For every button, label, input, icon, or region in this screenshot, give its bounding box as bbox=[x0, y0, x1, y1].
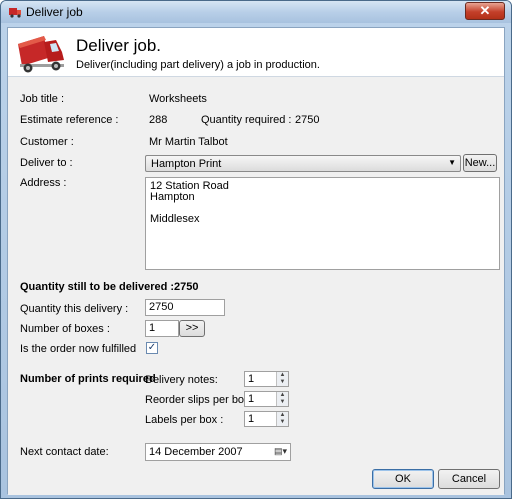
next-contact-date-value: 14 December 2007 bbox=[149, 446, 243, 458]
reorder-slips-spin-arrows[interactable]: ▲ ▼ bbox=[276, 392, 288, 406]
page-title: Deliver job. bbox=[76, 36, 162, 55]
dialog-header: Deliver job. Deliver(including part deli… bbox=[8, 28, 504, 76]
number-of-boxes-label: Number of boxes : bbox=[20, 323, 110, 335]
job-title-value: Worksheets bbox=[149, 93, 207, 105]
delivery-truck-icon bbox=[18, 36, 64, 73]
close-icon: ✕ bbox=[479, 3, 491, 18]
delivery-notes-value: 1 bbox=[248, 373, 255, 385]
dialog-client: Deliver job. Deliver(including part deli… bbox=[7, 27, 505, 495]
chevron-down-icon: ▼ bbox=[448, 158, 456, 167]
quantity-required-label: Quantity required : bbox=[201, 114, 292, 126]
quantity-this-delivery-value: 2750 bbox=[149, 301, 174, 313]
quantity-remaining-heading: Quantity still to be delivered :2750 bbox=[20, 281, 199, 293]
estimate-reference-label: Estimate reference : bbox=[20, 114, 119, 126]
number-of-boxes-value: 1 bbox=[149, 322, 156, 334]
spin-down-icon[interactable]: ▼ bbox=[277, 379, 288, 386]
address-line bbox=[150, 203, 495, 214]
spin-up-icon[interactable]: ▲ bbox=[277, 372, 288, 379]
customer-value: Mr Martin Talbot bbox=[149, 136, 228, 148]
delivery-notes-label: Delivery notes: bbox=[145, 374, 218, 386]
deliver-to-dropdown[interactable]: Hampton Print ▼ bbox=[145, 155, 461, 172]
ok-button[interactable]: OK bbox=[372, 469, 434, 489]
order-fulfilled-label: Is the order now fulfilled bbox=[20, 343, 137, 355]
window-title: Deliver job bbox=[26, 5, 83, 19]
new-address-button[interactable]: New... bbox=[463, 154, 497, 172]
number-of-boxes-input[interactable]: 1 bbox=[145, 320, 179, 337]
deliver-to-value: Hampton Print bbox=[151, 158, 222, 170]
next-contact-date-label: Next contact date: bbox=[20, 446, 109, 458]
quantity-this-delivery-input[interactable]: 2750 bbox=[145, 299, 225, 316]
form-area: Job title : Worksheets Estimate referenc… bbox=[8, 77, 504, 495]
quantity-this-delivery-label: Quantity this delivery : bbox=[20, 303, 129, 315]
delivery-notes-stepper[interactable]: 1 ▲ ▼ bbox=[244, 371, 289, 387]
close-button[interactable]: ✕ bbox=[465, 2, 505, 20]
order-fulfilled-checkbox[interactable]: ✓ bbox=[146, 342, 158, 354]
check-icon: ✓ bbox=[147, 342, 157, 353]
address-field[interactable]: 12 Station Road Hampton Middlesex bbox=[145, 177, 500, 270]
spin-up-icon[interactable]: ▲ bbox=[277, 392, 288, 399]
customer-label: Customer : bbox=[20, 136, 74, 148]
address-line: 12 Station Road bbox=[150, 180, 229, 192]
address-line: Hampton bbox=[150, 191, 195, 203]
job-title-label: Job title : bbox=[20, 93, 65, 105]
labels-per-box-value: 1 bbox=[248, 413, 255, 425]
spin-up-icon[interactable]: ▲ bbox=[277, 412, 288, 419]
reorder-slips-label: Reorder slips per box : bbox=[145, 394, 256, 406]
deliver-to-label: Deliver to : bbox=[20, 157, 73, 169]
address-line: Middlesex bbox=[150, 213, 200, 225]
boxes-expand-button[interactable]: >> bbox=[179, 320, 205, 337]
page-subtitle: Deliver(including part delivery) a job i… bbox=[76, 59, 320, 71]
next-contact-date-picker[interactable]: 14 December 2007 ▤▾ bbox=[145, 443, 291, 461]
reorder-slips-stepper[interactable]: 1 ▲ ▼ bbox=[244, 391, 289, 407]
prints-required-heading: Number of prints required bbox=[20, 373, 156, 385]
labels-per-box-label: Labels per box : bbox=[145, 414, 224, 426]
labels-per-box-stepper[interactable]: 1 ▲ ▼ bbox=[244, 411, 289, 427]
labels-per-box-spin-arrows[interactable]: ▲ ▼ bbox=[276, 412, 288, 426]
spin-down-icon[interactable]: ▼ bbox=[277, 399, 288, 406]
deliver-job-window: Deliver job ✕ Deliver job. Deliver(inclu… bbox=[0, 0, 512, 499]
cancel-button[interactable]: Cancel bbox=[438, 469, 500, 489]
estimate-reference-value: 288 bbox=[149, 114, 168, 126]
title-bar[interactable]: Deliver job ✕ bbox=[1, 1, 511, 23]
app-icon bbox=[9, 8, 21, 18]
delivery-notes-spin-arrows[interactable]: ▲ ▼ bbox=[276, 372, 288, 386]
reorder-slips-value: 1 bbox=[248, 393, 255, 405]
quantity-required-value: 2750 bbox=[295, 114, 320, 126]
address-label: Address : bbox=[20, 177, 67, 189]
spin-down-icon[interactable]: ▼ bbox=[277, 419, 288, 426]
calendar-dropdown-icon[interactable]: ▤▾ bbox=[274, 446, 287, 457]
